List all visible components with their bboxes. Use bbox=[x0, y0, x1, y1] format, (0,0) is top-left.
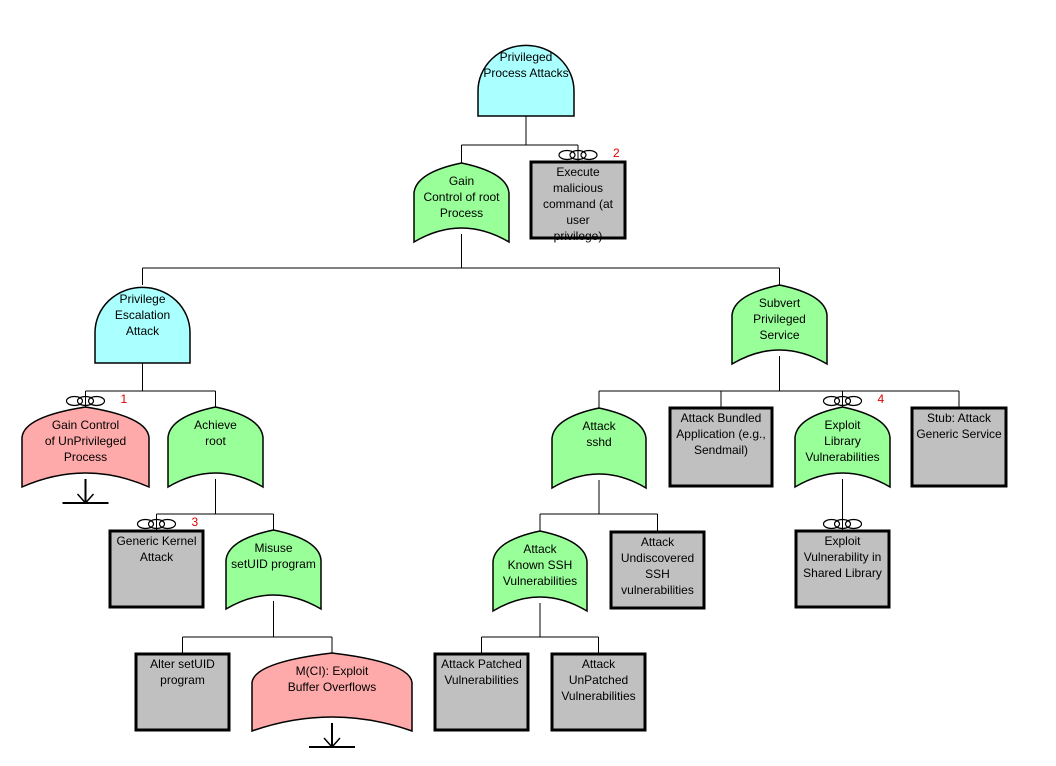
node-label-patched: Attack Patched Vulnerabilities bbox=[441, 657, 522, 687]
edge-group-root bbox=[461, 116, 579, 163]
edge-group-achieve-root bbox=[156, 479, 274, 530]
node-label-exploit-lib: Exploit Library Vulnerabilities bbox=[805, 418, 880, 464]
edge-group-misuse-setuid bbox=[182, 601, 333, 653]
node-label-shared-lib: Exploit Vulnerability in Shared Library bbox=[803, 534, 882, 580]
node-label-gain-root: Gain Control of root Process bbox=[423, 174, 500, 220]
node-label-exec-mal: Execute malicious command (at user privi… bbox=[542, 165, 614, 243]
node-label-bundled-app: Attack Bundled Application (e.g., Sendma… bbox=[676, 411, 766, 457]
node-label-priv-esc: Privilege Escalation Attack bbox=[114, 292, 171, 338]
node-label-undiscovered-ssh: Attack Undiscovered SSH vulnerabilities bbox=[620, 535, 695, 597]
node-label-unpatched: Attack UnPatched Vulnerabilities bbox=[561, 657, 636, 703]
reference-number: 3 bbox=[191, 515, 199, 529]
node-label-attack-sshd: Attack sshd bbox=[582, 419, 616, 449]
attack-tree-diagram bbox=[21, 44, 1008, 749]
node-label-known-ssh: Attack Known SSH Vulnerabilities bbox=[502, 542, 578, 588]
reference-number: 4 bbox=[877, 392, 885, 406]
reference-number: 1 bbox=[120, 392, 128, 406]
node-label-buffer-overflow: M(CI): Exploit Buffer Overflows bbox=[287, 664, 377, 694]
edge-group-attack-sshd bbox=[539, 480, 658, 531]
node-label-alter-setuid: Alter setUID program bbox=[150, 657, 215, 687]
node-label-misuse-setuid: Misuse setUID program bbox=[231, 541, 316, 571]
ground-arrow-icon bbox=[309, 723, 355, 749]
nodes-layer bbox=[21, 44, 1008, 749]
edge-group-gain-root bbox=[142, 234, 780, 285]
node-label-generic-kernel: Generic Kernel Attack bbox=[116, 534, 197, 564]
node-label-achieve-root: Achieve root bbox=[194, 418, 237, 448]
ground-arrow-icon bbox=[62, 479, 109, 505]
node-label-stub-generic: Stub: Attack Generic Service bbox=[916, 411, 1002, 441]
reference-number: 2 bbox=[613, 146, 620, 160]
node-label-root: Privileged Process Attacks bbox=[483, 50, 569, 80]
edge-group-subvert bbox=[598, 356, 960, 408]
node-label-gain-unpriv: Gain Control of UnPrivileged Process bbox=[44, 418, 127, 464]
edge-group-known-ssh bbox=[481, 603, 599, 653]
node-label-subvert: Subvert Privileged Service bbox=[753, 296, 806, 342]
